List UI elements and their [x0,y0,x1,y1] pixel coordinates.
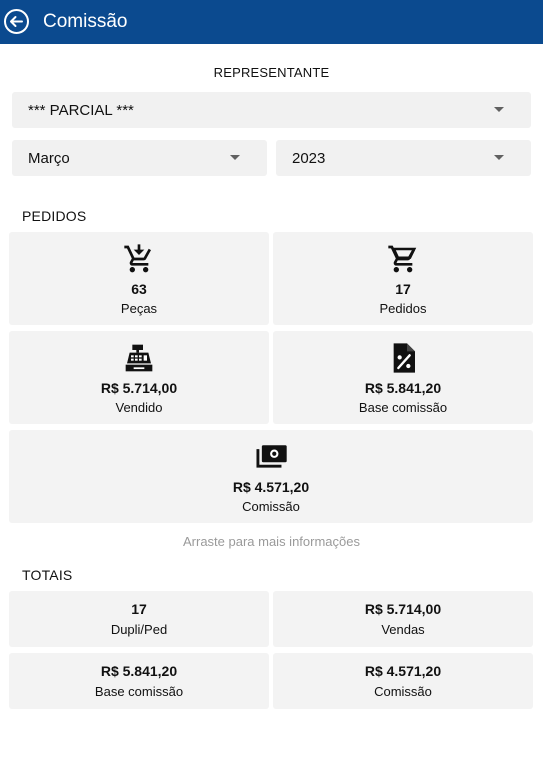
base-comissao-value: R$ 5.841,20 [364,380,442,396]
dupli-ped-label: Dupli/Ped [110,622,168,637]
pecas-label: Peças [120,301,158,316]
percent-file-icon [386,341,420,375]
total-card-comissao[interactable]: R$ 4.571,20 Comissão [273,653,533,709]
total-card-dupli-ped[interactable]: 17 Dupli/Ped [9,591,269,647]
app-bar: Comissão [0,0,543,44]
section-title-pedidos: PEDIDOS [22,208,87,224]
arrow-left-circle-icon [4,9,29,34]
pedidos-label: Pedidos [379,301,427,316]
card-base-comissao[interactable]: R$ 5.841,20 Base comissão [273,331,533,424]
chevron-down-icon [494,107,504,112]
cash-register-icon [122,341,156,375]
total-comissao-label: Comissão [374,684,432,699]
pedidos-value: 17 [395,281,411,297]
cart-icon [386,242,420,276]
comissao-value: R$ 4.571,20 [232,479,310,495]
chevron-down-icon [230,155,240,160]
pecas-value: 63 [131,281,147,297]
money-stack-icon [254,440,288,474]
total-comissao-value: R$ 4.571,20 [364,663,442,679]
representante-select-value: *** PARCIAL *** [28,101,134,119]
year-select[interactable]: 2023 [276,140,531,176]
representante-label: REPRESENTANTE [213,65,330,80]
total-base-comissao-label: Base comissão [94,684,184,699]
back-button[interactable] [3,8,30,35]
vendas-value: R$ 5.714,00 [364,601,442,617]
cart-download-icon [122,242,156,276]
month-select[interactable]: Março [12,140,267,176]
vendas-label: Vendas [381,622,425,637]
comissao-label: Comissão [242,499,300,514]
vendido-label: Vendido [115,400,163,415]
section-title-totais: TOTAIS [22,567,73,583]
representante-select[interactable]: *** PARCIAL *** [12,92,531,128]
card-pecas[interactable]: 63 Peças [9,232,269,325]
chevron-down-icon [494,155,504,160]
total-card-base-comissao[interactable]: R$ 5.841,20 Base comissão [9,653,269,709]
total-card-vendas[interactable]: R$ 5.714,00 Vendas [273,591,533,647]
base-comissao-label: Base comissão [358,400,448,415]
total-base-comissao-value: R$ 5.841,20 [100,663,178,679]
scroll-hint: Arraste para mais informações [182,534,360,549]
month-select-value: Março [28,149,70,167]
card-vendido[interactable]: R$ 5.714,00 Vendido [9,331,269,424]
page-title: Comissão [43,11,128,32]
card-comissao[interactable]: R$ 4.571,20 Comissão [9,430,533,523]
dupli-ped-value: 17 [131,601,147,617]
card-pedidos[interactable]: 17 Pedidos [273,232,533,325]
vendido-value: R$ 5.714,00 [100,380,178,396]
year-select-value: 2023 [292,149,326,167]
